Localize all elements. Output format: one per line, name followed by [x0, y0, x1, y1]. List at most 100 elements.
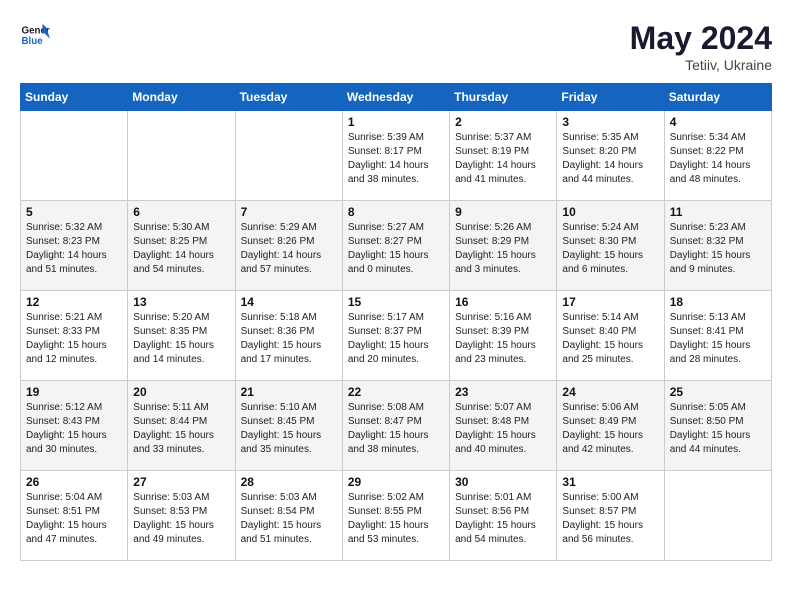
weekday-header-row: SundayMondayTuesdayWednesdayThursdayFrid…: [21, 84, 772, 111]
day-cell-8: 8 Sunrise: 5:27 AM Sunset: 8:27 PM Daylig…: [342, 201, 449, 291]
day-cell-23: 23 Sunrise: 5:07 AM Sunset: 8:48 PM Dayli…: [450, 381, 557, 471]
day-info: Sunrise: 5:14 AM Sunset: 8:40 PM Dayligh…: [562, 311, 658, 367]
day-info: Sunrise: 5:39 AM Sunset: 8:17 PM Dayligh…: [348, 131, 444, 187]
day-number: 15: [348, 295, 444, 309]
day-cell-12: 12 Sunrise: 5:21 AM Sunset: 8:33 PM Dayli…: [21, 291, 128, 381]
day-number: 30: [455, 475, 551, 489]
day-info: Sunrise: 5:37 AM Sunset: 8:19 PM Dayligh…: [455, 131, 551, 187]
day-info: Sunrise: 5:05 AM Sunset: 8:50 PM Dayligh…: [670, 401, 766, 457]
day-info: Sunrise: 5:02 AM Sunset: 8:55 PM Dayligh…: [348, 491, 444, 547]
page-header: General Blue May 2024 Tetiiv, Ukraine: [20, 20, 772, 73]
day-number: 7: [241, 205, 337, 219]
day-info: Sunrise: 5:08 AM Sunset: 8:47 PM Dayligh…: [348, 401, 444, 457]
day-number: 19: [26, 385, 122, 399]
day-info: Sunrise: 5:13 AM Sunset: 8:41 PM Dayligh…: [670, 311, 766, 367]
day-info: Sunrise: 5:21 AM Sunset: 8:33 PM Dayligh…: [26, 311, 122, 367]
title-block: May 2024 Tetiiv, Ukraine: [630, 20, 772, 73]
day-number: 1: [348, 115, 444, 129]
day-info: Sunrise: 5:29 AM Sunset: 8:26 PM Dayligh…: [241, 221, 337, 277]
day-cell-28: 28 Sunrise: 5:03 AM Sunset: 8:54 PM Dayli…: [235, 471, 342, 561]
weekday-header-friday: Friday: [557, 84, 664, 111]
day-number: 5: [26, 205, 122, 219]
day-number: 10: [562, 205, 658, 219]
day-cell-29: 29Sunrise: 5:02 AM Sunset: 8:55 PM Dayli…: [342, 471, 449, 561]
day-cell-4: 4Sunrise: 5:34 AM Sunset: 8:22 PM Daylig…: [664, 111, 771, 201]
week-row-5: 26Sunrise: 5:04 AM Sunset: 8:51 PM Dayli…: [21, 471, 772, 561]
day-cell-1: 1 Sunrise: 5:39 AM Sunset: 8:17 PM Daylig…: [342, 111, 449, 201]
day-number: 11: [670, 205, 766, 219]
day-info: Sunrise: 5:04 AM Sunset: 8:51 PM Dayligh…: [26, 491, 122, 547]
weekday-header-tuesday: Tuesday: [235, 84, 342, 111]
week-row-3: 12 Sunrise: 5:21 AM Sunset: 8:33 PM Dayli…: [21, 291, 772, 381]
day-cell-15: 15Sunrise: 5:17 AM Sunset: 8:37 PM Dayli…: [342, 291, 449, 381]
day-cell-20: 20 Sunrise: 5:11 AM Sunset: 8:44 PM Dayli…: [128, 381, 235, 471]
day-info: Sunrise: 5:10 AM Sunset: 8:45 PM Dayligh…: [241, 401, 337, 457]
day-info: Sunrise: 5:12 AM Sunset: 8:43 PM Dayligh…: [26, 401, 122, 457]
day-number: 4: [670, 115, 766, 129]
day-number: 13: [133, 295, 229, 309]
day-number: 21: [241, 385, 337, 399]
day-info: Sunrise: 5:16 AM Sunset: 8:39 PM Dayligh…: [455, 311, 551, 367]
day-number: 31: [562, 475, 658, 489]
day-info: Sunrise: 5:35 AM Sunset: 8:20 PM Dayligh…: [562, 131, 658, 187]
day-number: 14: [241, 295, 337, 309]
day-info: Sunrise: 5:03 AM Sunset: 8:53 PM Dayligh…: [133, 491, 229, 547]
weekday-header-sunday: Sunday: [21, 84, 128, 111]
day-info: Sunrise: 5:03 AM Sunset: 8:54 PM Dayligh…: [241, 491, 337, 547]
day-number: 17: [562, 295, 658, 309]
day-info: Sunrise: 5:07 AM Sunset: 8:48 PM Dayligh…: [455, 401, 551, 457]
day-info: Sunrise: 5:20 AM Sunset: 8:35 PM Dayligh…: [133, 311, 229, 367]
day-cell-3: 3 Sunrise: 5:35 AM Sunset: 8:20 PM Daylig…: [557, 111, 664, 201]
day-cell-13: 13 Sunrise: 5:20 AM Sunset: 8:35 PM Dayli…: [128, 291, 235, 381]
day-info: Sunrise: 5:06 AM Sunset: 8:49 PM Dayligh…: [562, 401, 658, 457]
day-cell-2: 2Sunrise: 5:37 AM Sunset: 8:19 PM Daylig…: [450, 111, 557, 201]
day-cell-11: 11 Sunrise: 5:23 AM Sunset: 8:32 PM Dayli…: [664, 201, 771, 291]
day-cell-27: 27Sunrise: 5:03 AM Sunset: 8:53 PM Dayli…: [128, 471, 235, 561]
location: Tetiiv, Ukraine: [630, 57, 772, 73]
day-info: Sunrise: 5:27 AM Sunset: 8:27 PM Dayligh…: [348, 221, 444, 277]
day-cell-30: 30 Sunrise: 5:01 AM Sunset: 8:56 PM Dayli…: [450, 471, 557, 561]
day-number: 18: [670, 295, 766, 309]
day-info: Sunrise: 5:30 AM Sunset: 8:25 PM Dayligh…: [133, 221, 229, 277]
weekday-header-monday: Monday: [128, 84, 235, 111]
day-number: 3: [562, 115, 658, 129]
day-cell-10: 10 Sunrise: 5:24 AM Sunset: 8:30 PM Dayli…: [557, 201, 664, 291]
day-info: Sunrise: 5:01 AM Sunset: 8:56 PM Dayligh…: [455, 491, 551, 547]
day-info: Sunrise: 5:18 AM Sunset: 8:36 PM Dayligh…: [241, 311, 337, 367]
empty-cell: [128, 111, 235, 201]
day-cell-26: 26Sunrise: 5:04 AM Sunset: 8:51 PM Dayli…: [21, 471, 128, 561]
day-info: Sunrise: 5:32 AM Sunset: 8:23 PM Dayligh…: [26, 221, 122, 277]
day-number: 16: [455, 295, 551, 309]
day-cell-31: 31 Sunrise: 5:00 AM Sunset: 8:57 PM Dayli…: [557, 471, 664, 561]
day-number: 23: [455, 385, 551, 399]
empty-cell: [21, 111, 128, 201]
day-cell-24: 24Sunrise: 5:06 AM Sunset: 8:49 PM Dayli…: [557, 381, 664, 471]
day-info: Sunrise: 5:24 AM Sunset: 8:30 PM Dayligh…: [562, 221, 658, 277]
day-number: 8: [348, 205, 444, 219]
week-row-4: 19 Sunrise: 5:12 AM Sunset: 8:43 PM Dayli…: [21, 381, 772, 471]
day-cell-14: 14 Sunrise: 5:18 AM Sunset: 8:36 PM Dayli…: [235, 291, 342, 381]
day-cell-21: 21 Sunrise: 5:10 AM Sunset: 8:45 PM Dayli…: [235, 381, 342, 471]
day-cell-25: 25Sunrise: 5:05 AM Sunset: 8:50 PM Dayli…: [664, 381, 771, 471]
weekday-header-saturday: Saturday: [664, 84, 771, 111]
day-cell-6: 6 Sunrise: 5:30 AM Sunset: 8:25 PM Daylig…: [128, 201, 235, 291]
day-cell-5: 5 Sunrise: 5:32 AM Sunset: 8:23 PM Daylig…: [21, 201, 128, 291]
day-cell-16: 16 Sunrise: 5:16 AM Sunset: 8:39 PM Dayli…: [450, 291, 557, 381]
day-info: Sunrise: 5:23 AM Sunset: 8:32 PM Dayligh…: [670, 221, 766, 277]
day-number: 20: [133, 385, 229, 399]
svg-text:Blue: Blue: [22, 36, 44, 47]
day-number: 9: [455, 205, 551, 219]
day-number: 28: [241, 475, 337, 489]
day-info: Sunrise: 5:11 AM Sunset: 8:44 PM Dayligh…: [133, 401, 229, 457]
day-cell-19: 19 Sunrise: 5:12 AM Sunset: 8:43 PM Dayli…: [21, 381, 128, 471]
day-info: Sunrise: 5:00 AM Sunset: 8:57 PM Dayligh…: [562, 491, 658, 547]
logo-icon: General Blue: [20, 20, 50, 50]
day-number: 12: [26, 295, 122, 309]
day-cell-22: 22Sunrise: 5:08 AM Sunset: 8:47 PM Dayli…: [342, 381, 449, 471]
week-row-1: 1 Sunrise: 5:39 AM Sunset: 8:17 PM Daylig…: [21, 111, 772, 201]
day-cell-18: 18 Sunrise: 5:13 AM Sunset: 8:41 PM Dayli…: [664, 291, 771, 381]
week-row-2: 5 Sunrise: 5:32 AM Sunset: 8:23 PM Daylig…: [21, 201, 772, 291]
month-year: May 2024: [630, 20, 772, 57]
calendar-table: SundayMondayTuesdayWednesdayThursdayFrid…: [20, 83, 772, 561]
day-number: 6: [133, 205, 229, 219]
